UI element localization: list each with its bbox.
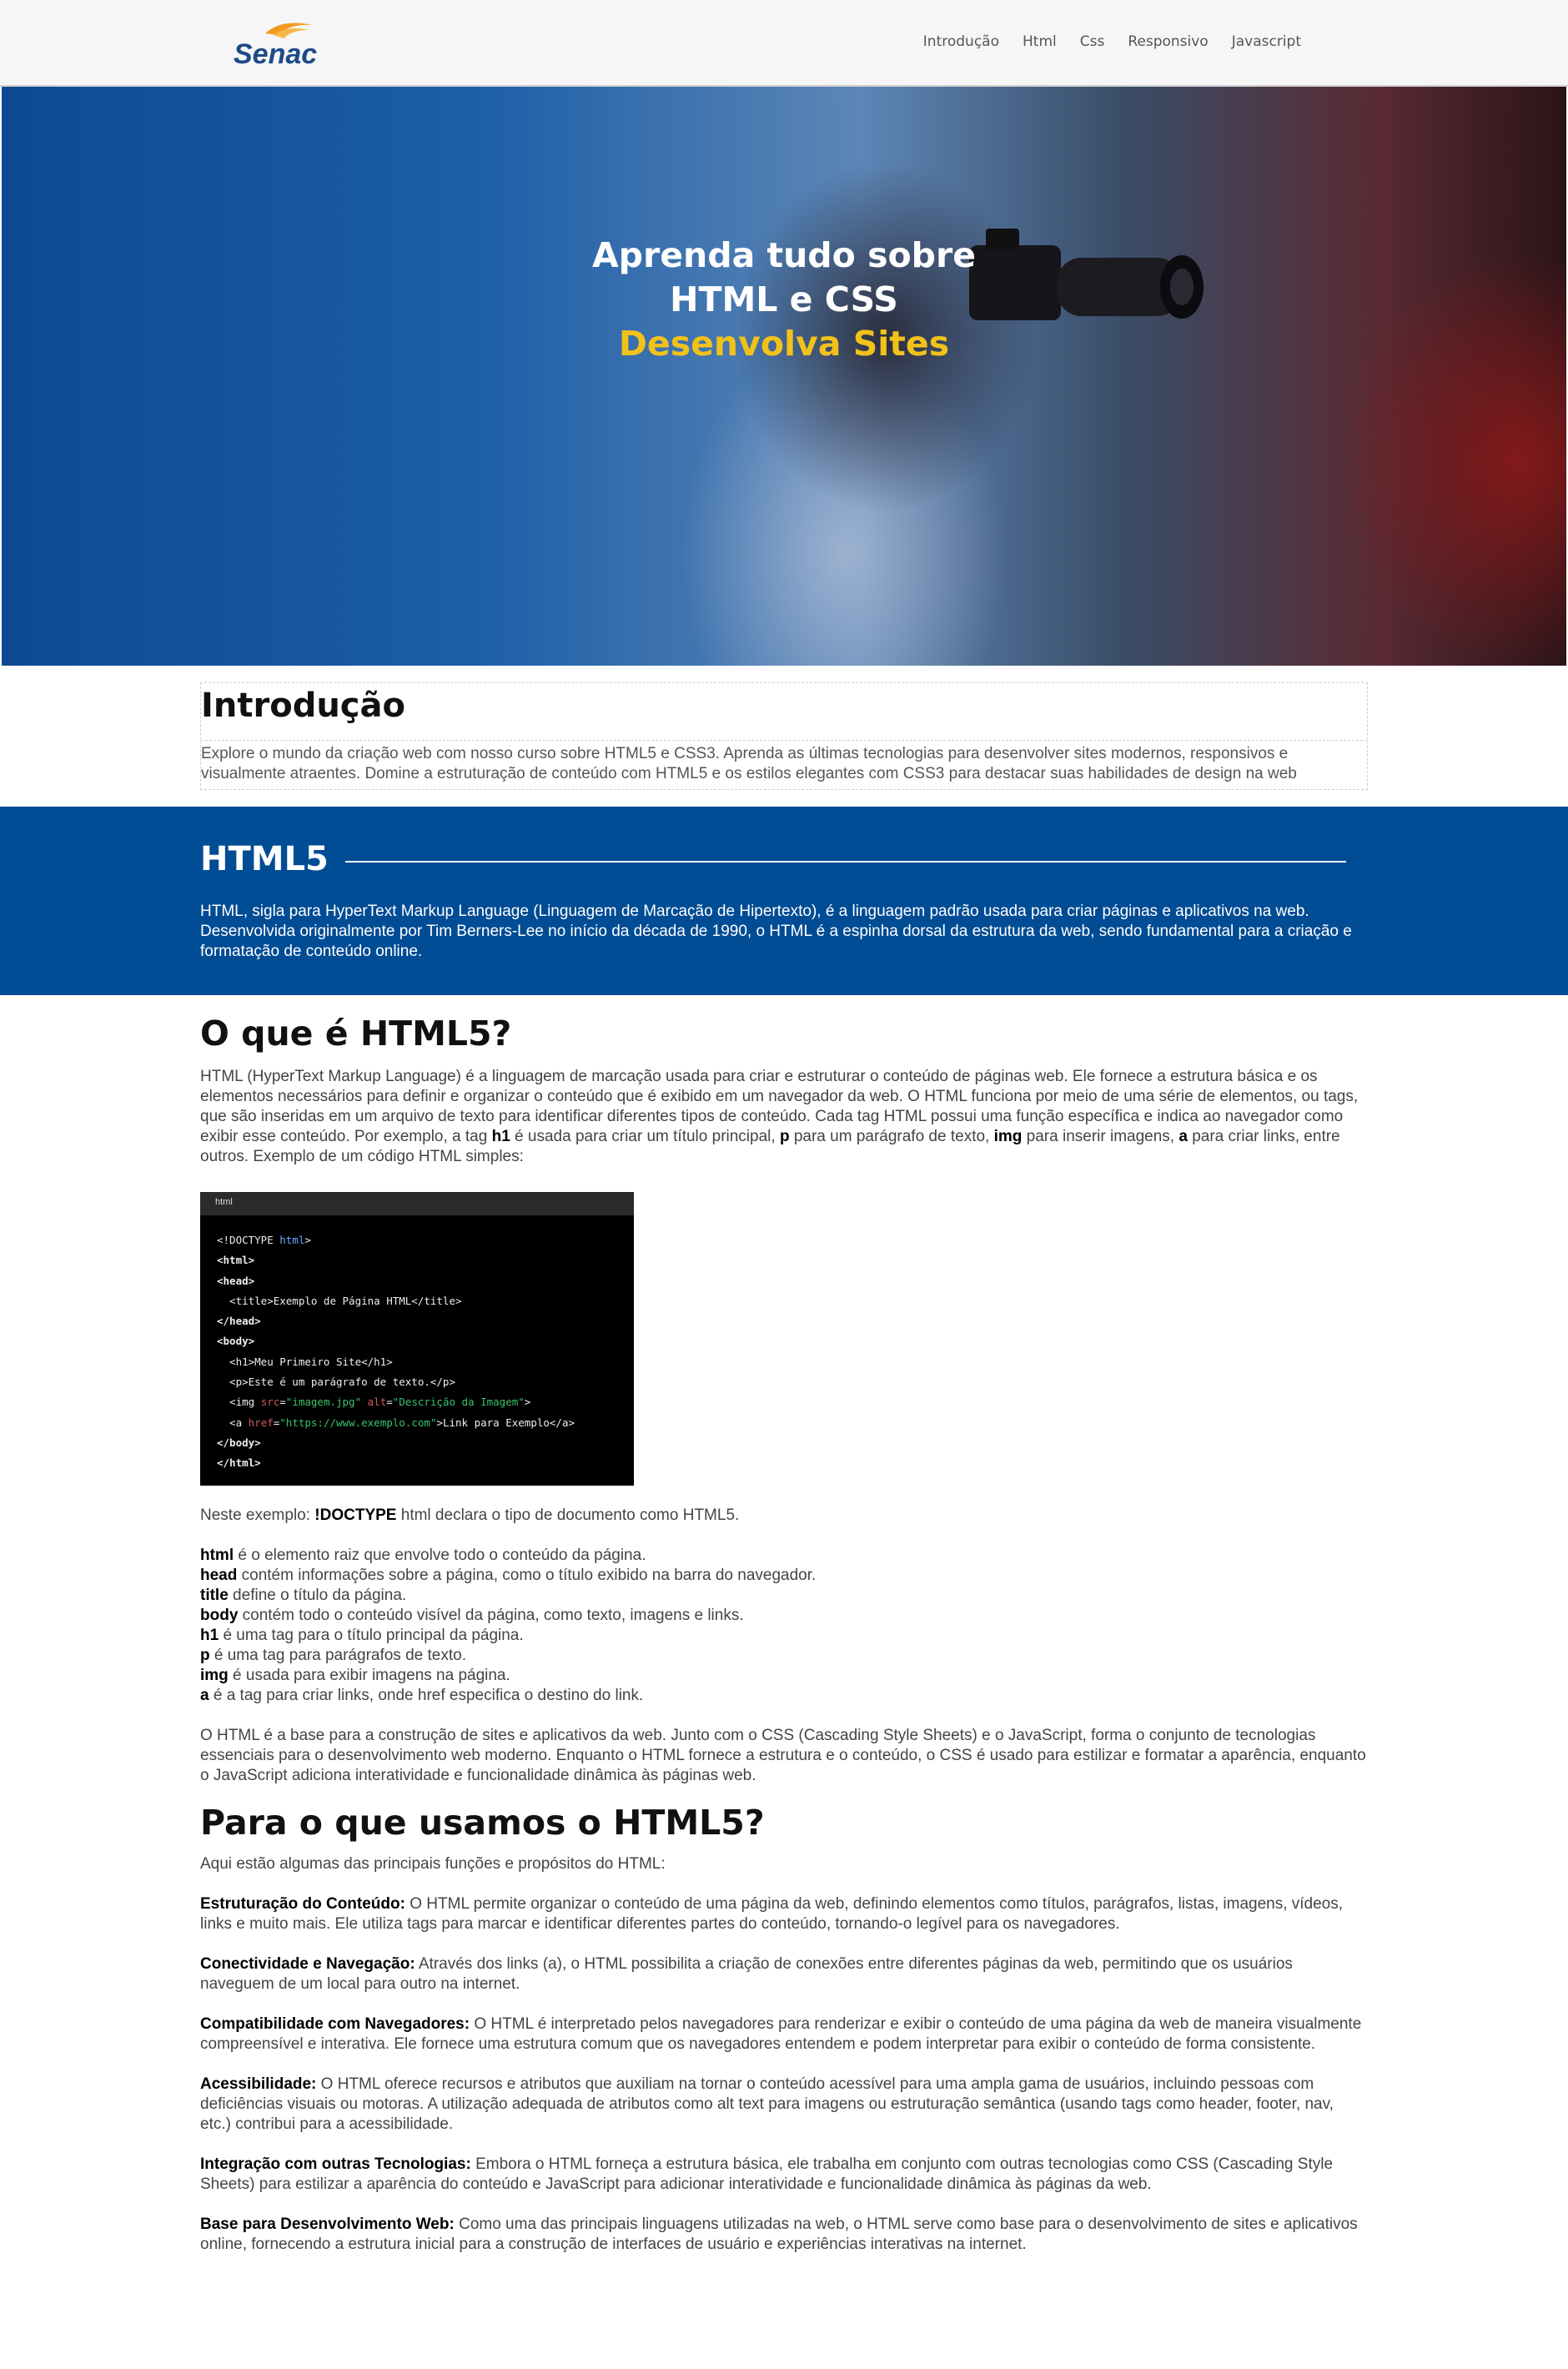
definition-item: p é uma tag para parágrafos de texto. [200,1647,466,1664]
hero-heading: Aprenda tudo sobre HTML e CSS Desenvolva… [2,234,1566,366]
uses-title: Para o que usamos o HTML5? [200,1803,765,1843]
main-nav: Introdução Html Css Responsivo Javascrip… [923,33,1301,50]
html5-title: HTML5 [200,840,329,878]
nav-responsivo[interactable]: Responsivo [1128,33,1208,50]
hero-line-2: HTML e CSS [670,279,898,319]
tag-definitions: html é o elemento raiz que envolve todo … [200,1546,1368,1706]
hero-line-3: Desenvolva Sites [618,324,950,364]
html5-band: HTML5 HTML, sigla para HyperText Markup … [0,807,1568,995]
code-label: html [200,1192,634,1215]
nav-css[interactable]: Css [1080,33,1105,50]
intro-text: Explore o mundo da criação web com nosso… [201,745,1297,782]
code-block: <!DOCTYPE html> <html> <head> <title>Exe… [217,1234,575,1470]
title-divider [344,861,1346,863]
definition-item: a é a tag para criar links, onde href es… [200,1687,644,1704]
nav-introducao[interactable]: Introdução [923,33,999,50]
use-item: Integração com outras Tecnologias: Embor… [200,2155,1334,2193]
site-header: Senac Introdução Html Css Responsivo Jav… [0,0,1568,87]
use-item: Compatibilidade com Navegadores: O HTML … [200,2015,1362,2053]
use-item: Base para Desenvolvimento Web: Como uma … [200,2216,1358,2253]
definition-item: body contém todo o conteúdo visível da p… [200,1607,744,1624]
definition-item: img é usada para exibir imagens na págin… [200,1667,510,1684]
example-intro: Neste exemplo: !DOCTYPE html declara o t… [200,1506,740,1524]
what-is-paragraph: HTML (HyperText Markup Language) é a lin… [200,1068,1359,1165]
definition-item: h1 é uma tag para o título principal da … [200,1627,524,1644]
uses-intro: Aqui estão algumas das principais funçõe… [200,1855,666,1873]
definition-item: head contém informações sobre a página, … [200,1567,817,1584]
code-example: html <!DOCTYPE html> <html> <head> <titl… [200,1192,634,1486]
hero-line-1: Aprenda tudo sobre [591,235,977,275]
use-item: Acessibilidade: O HTML oferece recursos … [200,2075,1334,2133]
intro-section: Introdução Explore o mundo da criação we… [200,682,1368,790]
intro-title: Introdução [201,683,1367,741]
main-content: O que é HTML5? HTML (HyperText Markup La… [200,1013,1368,2255]
what-is-title: O que é HTML5? [200,1013,512,1054]
hero-banner: Aprenda tudo sobre HTML e CSS Desenvolva… [2,87,1566,666]
definition-item: html é o elemento raiz que envolve todo … [200,1547,646,1564]
svg-text:Senac: Senac [234,38,317,70]
nav-javascript[interactable]: Javascript [1232,33,1301,50]
closing-paragraph: O HTML é a base para a construção de sit… [200,1727,1366,1784]
html5-text: HTML, sigla para HyperText Markup Langua… [200,903,1352,960]
definition-item: title define o título da página. [200,1587,407,1604]
nav-html[interactable]: Html [1023,33,1057,50]
use-item: Estruturação do Conteúdo: O HTML permite… [200,1895,1344,1933]
use-item: Conectividade e Navegação: Através dos l… [200,1955,1293,1993]
senac-logo[interactable]: Senac [232,15,324,72]
